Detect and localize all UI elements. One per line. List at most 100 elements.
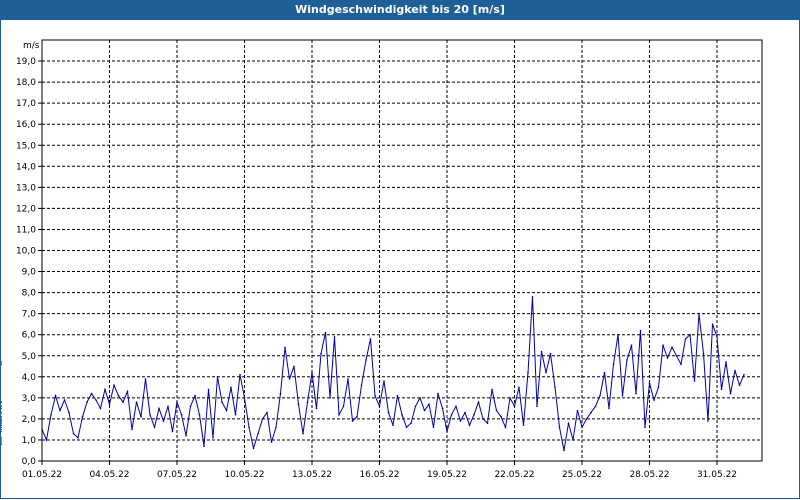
data-point <box>221 401 223 403</box>
data-point <box>342 405 345 408</box>
data-point <box>522 424 525 427</box>
data-point <box>612 363 615 366</box>
data-point <box>698 312 700 315</box>
data-point <box>576 409 579 412</box>
data-point <box>738 384 741 387</box>
y-tick-label: 14,0 <box>16 162 36 172</box>
x-tick-label: 31.05.22 <box>697 470 737 480</box>
x-tick-label: 13.05.22 <box>292 470 332 480</box>
data-point <box>504 426 507 429</box>
data-point <box>77 437 79 439</box>
data-point <box>509 397 511 399</box>
data-point <box>212 437 214 439</box>
data-point <box>117 394 120 397</box>
data-point <box>518 386 520 389</box>
data-point <box>45 439 48 441</box>
data-point <box>1 361 2 363</box>
data-point <box>639 329 642 332</box>
data-point <box>1 428 2 431</box>
data-point <box>1 418 2 420</box>
data-point <box>410 422 412 424</box>
data-point <box>477 401 480 403</box>
data-point <box>113 384 115 387</box>
data-point <box>702 352 705 355</box>
data-point <box>594 405 597 408</box>
data-point <box>626 359 628 361</box>
data-point <box>495 409 498 412</box>
y-tick-label: 16,0 <box>16 120 36 130</box>
data-point <box>657 386 660 389</box>
data-point <box>171 430 174 433</box>
data-point <box>1 424 2 426</box>
data-point <box>608 407 610 410</box>
data-point <box>297 403 300 406</box>
window-title: Windgeschwindigkeit bis 20 [m/s] <box>0 0 800 20</box>
data-point <box>423 409 426 412</box>
data-point <box>374 394 376 397</box>
data-point <box>131 428 133 431</box>
data-point <box>401 413 403 416</box>
y-tick-label: 19,0 <box>16 57 36 67</box>
y-tick-label: 15,0 <box>16 141 36 151</box>
x-tick-label: 19.05.22 <box>427 470 467 480</box>
data-point <box>135 401 138 403</box>
x-tick-label: 25.05.22 <box>562 470 602 480</box>
data-point <box>549 352 552 355</box>
data-point <box>378 405 381 408</box>
data-point <box>279 392 282 395</box>
data-point <box>266 411 268 414</box>
data-point <box>122 401 124 403</box>
data-point <box>338 413 340 416</box>
data-point <box>531 296 534 298</box>
data-point <box>621 394 624 397</box>
data-point <box>311 371 313 374</box>
data-point <box>1 430 2 433</box>
x-tick-label: 28.05.22 <box>629 470 669 480</box>
data-point <box>545 371 547 374</box>
data-point <box>387 411 390 414</box>
data-point <box>1 407 2 410</box>
y-tick-label: 4,0 <box>22 373 37 383</box>
data-point <box>630 344 633 347</box>
data-point <box>243 397 246 399</box>
data-point <box>302 432 304 435</box>
data-point <box>275 426 277 429</box>
y-tick-label: 18,0 <box>16 78 36 88</box>
data-point <box>635 392 637 395</box>
data-point <box>185 434 187 437</box>
data-point <box>234 413 237 416</box>
data-point <box>563 449 565 452</box>
data-point <box>513 405 516 408</box>
data-point <box>270 441 273 443</box>
data-point <box>464 411 466 414</box>
data-point <box>1 422 2 424</box>
data-point <box>324 331 327 334</box>
data-point <box>333 336 336 338</box>
y-tick-label: 10,0 <box>16 247 36 257</box>
data-point <box>572 439 574 441</box>
data-point <box>369 338 372 340</box>
y-tick-label: 8,0 <box>22 289 37 299</box>
data-point <box>1 443 2 445</box>
data-point <box>50 413 52 416</box>
data-point <box>351 420 354 422</box>
data-point <box>230 386 232 389</box>
data-point <box>1 420 2 422</box>
data-point <box>41 428 43 431</box>
data-point <box>720 388 723 391</box>
y-tick-label: 1,0 <box>22 436 37 446</box>
data-point <box>360 384 363 387</box>
data-point <box>441 407 444 410</box>
data-point <box>536 405 538 408</box>
data-point <box>675 355 678 357</box>
data-point <box>284 346 286 349</box>
data-point <box>648 382 651 384</box>
grid <box>42 40 762 461</box>
data-point <box>1 426 2 429</box>
x-tick-label: 04.05.22 <box>89 470 129 480</box>
data-point <box>189 405 192 408</box>
data-point <box>329 397 331 399</box>
data-point <box>743 373 745 376</box>
y-axis-label: m/s <box>23 41 40 51</box>
data-point <box>684 338 687 340</box>
